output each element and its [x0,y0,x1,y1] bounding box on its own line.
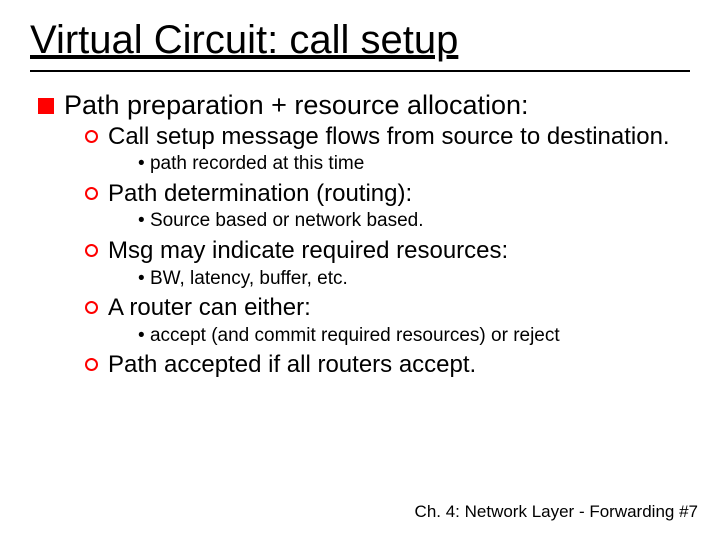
bullet-level1: Path preparation + resource allocation: [38,90,690,121]
bullet-level3: Source based or network based. [138,210,690,233]
bullet-level2: Path determination (routing): [85,180,690,208]
bullet-level2-text: A router can either: [108,294,311,322]
bullet-level2: A router can either: [85,294,690,322]
title-divider [30,70,690,72]
bullet-level1-text: Path preparation + resource allocation: [64,90,529,121]
bullet-level3: path recorded at this time [138,153,690,176]
bullet-level3: accept (and commit required resources) o… [138,325,690,348]
circle-bullet-icon [85,358,98,371]
bullet-level2-text: Call setup message flows from source to … [108,123,670,151]
circle-bullet-icon [85,301,98,314]
bullet-level2: Msg may indicate required resources: [85,237,690,265]
bullet-level3: BW, latency, buffer, etc. [138,268,690,291]
bullet-level2: Call setup message flows from source to … [85,123,690,151]
bullet-level2-text: Path determination (routing): [108,180,412,208]
slide-title: Virtual Circuit: call setup [30,18,690,62]
circle-bullet-icon [85,187,98,200]
slide: Virtual Circuit: call setup Path prepara… [0,0,720,540]
circle-bullet-icon [85,130,98,143]
bullet-level2-text: Path accepted if all routers accept. [108,351,476,379]
square-bullet-icon [38,98,54,114]
slide-footer: Ch. 4: Network Layer - Forwarding #7 [415,502,698,522]
bullet-level2-text: Msg may indicate required resources: [108,237,508,265]
circle-bullet-icon [85,244,98,257]
bullet-level2: Path accepted if all routers accept. [85,351,690,379]
